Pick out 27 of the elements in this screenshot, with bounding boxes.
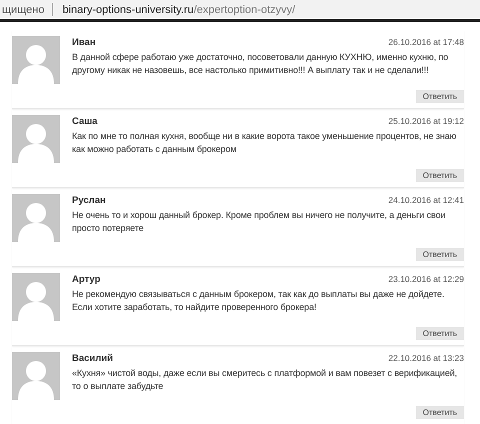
comment-author: Иван [72,37,96,48]
comment-author: Василий [72,353,113,364]
comment-date: 23.10.2016 at 12:29 [388,274,464,284]
avatar-icon [12,273,60,321]
reply-button[interactable]: Ответить [416,90,464,103]
avatar-icon [12,352,60,400]
avatar-icon [12,115,60,163]
comment-date: 25.10.2016 at 19:12 [388,116,464,126]
url-text[interactable]: binary-options-university.ru/expertoption-otzyvy/ [62,4,296,16]
avatar-icon [12,194,60,242]
reply-button[interactable]: Ответить [416,169,464,182]
reply-button[interactable]: Ответить [416,406,464,419]
comment-author: Артур [72,274,100,285]
reply-button[interactable]: Ответить [416,327,464,340]
security-label: щищено [1,4,46,16]
comment-text: Как по мне то полная кухня, вообще ни в какие ворота такое уменьшение процентов, не знаю как можно работать с данным брокером [72,130,458,155]
comment-date: 22.10.2016 at 13:23 [388,353,464,363]
comment-text: Не рекомендую связываться с данным брокером, так как до выплаты вы даже не дойдете. Если хотите заработать, то найдите проверенного брокера! [72,288,446,313]
comment-text: В данной сфере работаю уже достаточно, посоветовали данную КУХНЮ, именно кухню, по другому никак не назовешь, все настолько примитивно!!! А выплату так и не сделали!!! [72,51,450,76]
reply-button[interactable]: Ответить [416,248,464,261]
comment-date: 24.10.2016 at 12:41 [388,195,464,205]
comment-author: Саша [72,116,98,127]
comment-text: «Кухня» чистой воды, даже если вы смеритесь с платформой и вам повезет с верификацией, то о выплате забудьте [72,367,458,392]
comment-author: Руслан [72,195,106,206]
comment-date: 26.10.2016 at 17:48 [388,37,464,47]
avatar-icon [12,36,60,84]
comment-text: Не очень то и хорош данный брокер. Кроме проблем вы ничего не получите, а деньги свои просто потеряете [72,209,446,234]
